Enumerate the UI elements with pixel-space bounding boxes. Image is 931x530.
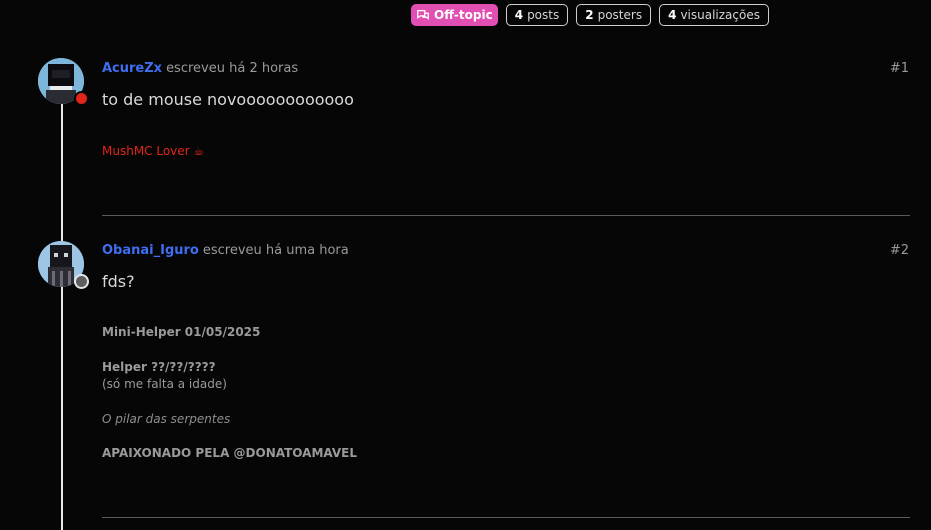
post-divider bbox=[102, 517, 910, 518]
posters-label: posters bbox=[597, 8, 643, 22]
signature-line: O pilar das serpentes bbox=[102, 412, 231, 426]
post-timestamp[interactable]: escreveu há 2 horas bbox=[166, 61, 298, 76]
views-count-badge: 4 visualizações bbox=[659, 4, 769, 26]
category-badge[interactable]: Off-topic bbox=[411, 4, 498, 26]
status-offline-dot bbox=[74, 91, 89, 106]
post-number[interactable]: #1 bbox=[890, 61, 909, 76]
posters-count: 2 bbox=[585, 8, 594, 22]
status-offline-dot bbox=[74, 274, 89, 289]
post-divider bbox=[102, 215, 910, 216]
post-number[interactable]: #2 bbox=[890, 243, 909, 258]
post-content: fds? bbox=[102, 272, 135, 291]
signature-line: Helper ??/??/???? bbox=[102, 360, 216, 374]
signature-line: Mini-Helper 01/05/2025 bbox=[102, 325, 261, 339]
signature-text: MushMC Lover ☕ bbox=[102, 144, 205, 158]
posts-count: 4 bbox=[514, 8, 524, 22]
post-content: to de mouse novoooooooooooo bbox=[102, 90, 354, 109]
posts-count-badge: 4 posts bbox=[505, 4, 569, 26]
username-link[interactable]: Obanai_Iguro bbox=[102, 243, 199, 258]
signature-line: APAIXONADO PELA @DONATOAMAVEL bbox=[102, 446, 357, 460]
username-link[interactable]: AcureZx bbox=[102, 61, 162, 76]
chat-bubbles-icon bbox=[417, 9, 429, 20]
post-header: AcureZx escreveu há 2 horas bbox=[102, 61, 298, 76]
views-label: visualizações bbox=[680, 8, 760, 22]
topic-stats-bar: Off-topic 4 posts 2 posters 4 visualizaç… bbox=[411, 4, 769, 26]
post-header: Obanai_Iguro escreveu há uma hora bbox=[102, 243, 349, 258]
posts-label: posts bbox=[527, 8, 560, 22]
views-count: 4 bbox=[668, 8, 677, 22]
posters-count-badge: 2 posters bbox=[576, 4, 652, 26]
signature-line: (só me falta a idade) bbox=[102, 377, 227, 391]
post-timeline-line bbox=[61, 100, 63, 530]
category-label: Off-topic bbox=[434, 8, 493, 22]
post-timestamp[interactable]: escreveu há uma hora bbox=[203, 243, 349, 258]
